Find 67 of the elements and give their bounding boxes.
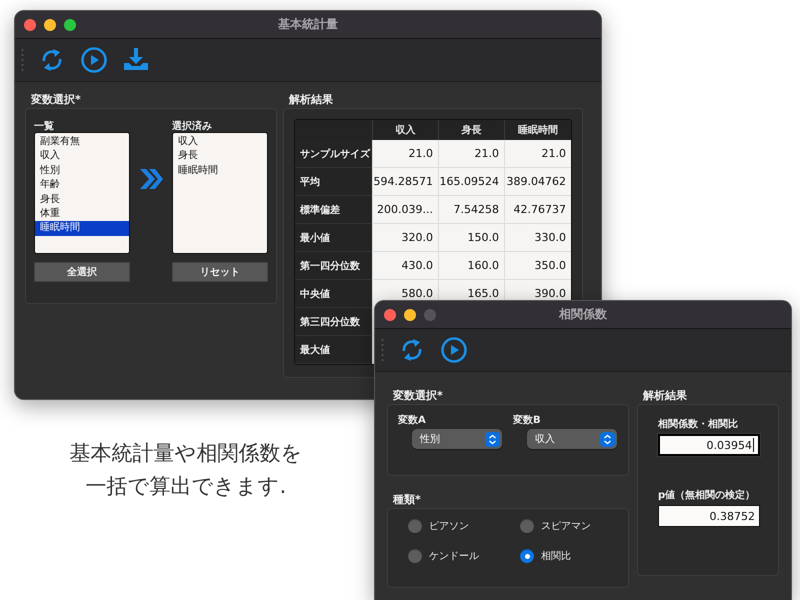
table-cell: 21.0 xyxy=(438,140,504,168)
list-item[interactable]: 副業有無 xyxy=(35,135,129,150)
table-cell: 160.0 xyxy=(438,252,504,280)
caption-text: 基本統計量や相関係数を xyxy=(70,440,302,467)
list-heading: 選択済み xyxy=(172,119,212,132)
close-button[interactable] xyxy=(24,19,36,31)
list-item[interactable]: 収入 xyxy=(35,149,129,164)
output-field[interactable]: 0.03954 xyxy=(658,434,760,456)
dropdown[interactable]: 収入 xyxy=(527,429,617,449)
section-heading: 解析結果 xyxy=(642,388,688,404)
radio-option[interactable]: スピアマン xyxy=(520,519,632,533)
table-cell: 594.28571 xyxy=(372,168,438,196)
table-cell: 21.0 xyxy=(504,140,571,168)
list-item[interactable]: 収入 xyxy=(173,135,267,150)
radio-button[interactable] xyxy=(520,549,534,563)
table-cell: 389.04762 xyxy=(504,168,571,196)
radio-option[interactable]: 相関比 xyxy=(520,549,632,563)
stepper-icon xyxy=(485,432,500,446)
section-heading: 変数選択* xyxy=(392,388,444,404)
list-item[interactable]: 身長 xyxy=(35,192,129,208)
column-header[interactable]: 睡眠時間 xyxy=(504,120,571,140)
list-item[interactable]: 睡眠時間 xyxy=(173,164,267,178)
table-cell: 42.76737 xyxy=(504,196,571,224)
radio-button[interactable] xyxy=(520,519,534,533)
list-item[interactable]: 身長 xyxy=(173,149,267,164)
table-cell: 430.0 xyxy=(372,252,438,280)
table-cell: 7.54258 xyxy=(438,196,504,224)
dropdown[interactable]: 性別 xyxy=(412,429,502,449)
table-cell: 330.0 xyxy=(504,224,571,252)
caption-text: 一括で算出できます. xyxy=(86,473,286,500)
field-label: p値（無相関の検定） xyxy=(658,488,756,503)
list-item[interactable]: 睡眠時間 xyxy=(35,221,129,236)
section-heading: 変数選択* xyxy=(30,92,82,108)
list-heading: 一覧 xyxy=(34,120,54,132)
stepper-icon xyxy=(600,432,615,446)
play-icon[interactable] xyxy=(80,46,108,74)
reset-button[interactable]: リセット xyxy=(172,262,268,282)
double-chevron-icon[interactable] xyxy=(138,167,164,191)
table-cell: 150.0 xyxy=(438,224,504,252)
close-button[interactable] xyxy=(384,309,396,321)
radio-option[interactable]: ピアソン xyxy=(408,519,520,533)
select-all-button[interactable]: 全選択 xyxy=(34,262,130,282)
radio-button[interactable] xyxy=(408,519,422,533)
grip-icon xyxy=(381,338,384,362)
table-cell: 165.09524 xyxy=(438,168,504,196)
output-field[interactable]: 0.38752 xyxy=(658,505,760,527)
zoom-button[interactable] xyxy=(64,19,76,31)
list-item[interactable]: 性別 xyxy=(35,164,129,178)
section-heading: 解析結果 xyxy=(288,92,334,108)
list-item[interactable]: 年齢 xyxy=(35,178,129,193)
radio-option[interactable]: ケンドール xyxy=(408,549,520,563)
radio-button[interactable] xyxy=(408,549,422,563)
field-label: 変数A xyxy=(398,413,426,428)
table-cell: 200.039... xyxy=(372,196,438,224)
field-label: 変数B xyxy=(513,413,541,428)
section-heading: 種類* xyxy=(392,492,422,508)
play-icon[interactable] xyxy=(440,336,468,364)
field-label: 相関係数・相関比 xyxy=(658,418,738,432)
table-cell: 350.0 xyxy=(504,252,571,280)
minimize-button[interactable] xyxy=(44,19,56,31)
window-title: 基本統計量 xyxy=(278,16,338,33)
window-title: 相関係数 xyxy=(559,306,607,323)
table-cell: 21.0 xyxy=(372,140,438,168)
list-item[interactable]: 体重 xyxy=(35,207,129,222)
minimize-button[interactable] xyxy=(404,309,416,321)
table-cell: 320.0 xyxy=(372,224,438,252)
grip-icon xyxy=(21,48,24,72)
